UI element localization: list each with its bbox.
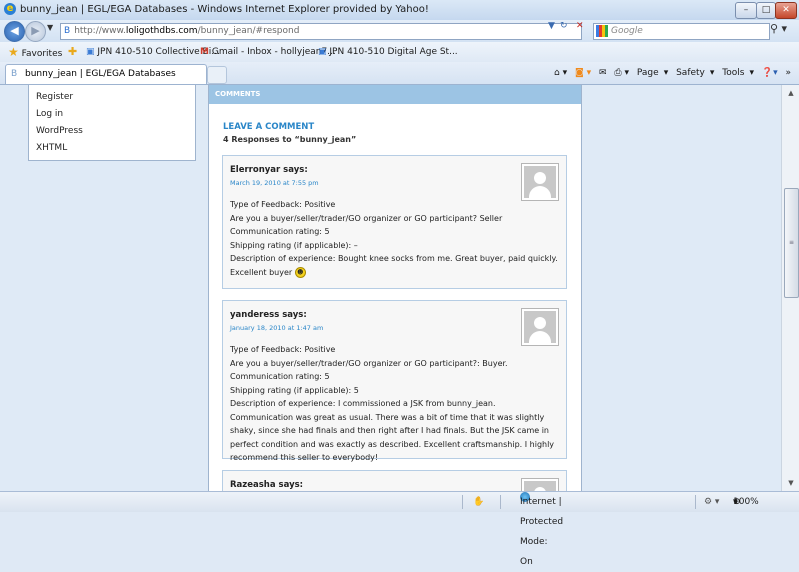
gmail-icon: M — [200, 47, 209, 57]
security-zone-label: Internet | Protected Mode: On — [520, 497, 564, 567]
favorite-link-3-label: JPN 410-510 Digital Age St... — [329, 47, 458, 57]
favorite-link-3[interactable]: ▣ JPN 410-510 Digital Age St... — [318, 42, 458, 62]
favorites-label: Favorites — [21, 49, 63, 59]
responses-count: 4 Responses to “bunny_jean” — [223, 135, 357, 144]
sidebar-item-register[interactable]: Register — [36, 92, 195, 102]
page-icon: B — [11, 69, 18, 79]
recent-pages-dropdown-icon[interactable]: ▼ — [47, 23, 53, 32]
home-icon[interactable]: ⌂ ▾ — [554, 68, 567, 78]
comment-3: Razeasha says: — [222, 470, 567, 491]
url-host: loligothdbs.com — [125, 26, 198, 36]
url-path: /bunny_jean/#respond — [197, 26, 300, 36]
comment-date-link[interactable]: March 19, 2010 at 7:55 pm — [230, 179, 319, 187]
tools-menu[interactable]: Tools — [722, 68, 744, 78]
comment-line: Communication rating: 5 — [230, 227, 330, 236]
comment-2: yanderess says: January 18, 2010 at 1:47… — [222, 300, 567, 462]
comment-line: Communication rating: 5 — [230, 372, 330, 381]
command-bar: ⌂ ▾ ◙ ▾ ✉ ⎙ ▾ Page ▾ Safety ▾ Tools ▾ ❓▾ » — [549, 62, 791, 84]
url-input[interactable]: Bhttp://www.loligothdbs.com/bunny_jean/#… — [60, 23, 582, 40]
search-icon[interactable]: ⚲ ▾ — [770, 22, 787, 35]
page-viewport: Register Log in WordPress XHTML COMMENTS… — [0, 85, 781, 491]
tab-label: bunny_jean | EGL/EGA Databases — [25, 69, 176, 79]
refresh-icon[interactable]: ↻ — [560, 21, 568, 31]
protected-mode-icon[interactable]: ⚙ ▾ — [704, 492, 719, 512]
comment-line: Description of experience: I commissione… — [230, 399, 555, 462]
page-icon: ▣ — [86, 47, 95, 57]
window-title: bunny_jean | EGL/EGA Databases - Windows… — [20, 4, 429, 15]
comment-author: Elerronyar says: — [230, 165, 308, 175]
vertical-scrollbar[interactable]: ▲ ≡ ▼ — [781, 85, 799, 491]
address-bar: ◀ ▶ ▼ Bhttp://www.loligothdbs.com/bunny_… — [0, 20, 799, 42]
meta-sidebar: Register Log in WordPress XHTML — [28, 85, 196, 161]
comment-line: Description of experience: Bought knee s… — [230, 254, 558, 277]
safety-menu-arrow: ▾ — [709, 68, 715, 78]
search-placeholder: Google — [611, 26, 643, 36]
status-bar: ✋ Internet | Protected Mode: On ⚙ ▾ ⊕ 100… — [0, 491, 799, 567]
url-dropdown-icon[interactable]: ▼ — [548, 21, 555, 31]
comment-date-link[interactable]: January 18, 2010 at 1:47 am — [230, 324, 323, 332]
comment-line: Shipping rating (if applicable): 5 — [230, 385, 359, 395]
comment-1: Elerronyar says: March 19, 2010 at 7:55 … — [222, 155, 567, 289]
leave-comment-link[interactable]: LEAVE A COMMENT — [223, 122, 581, 132]
safety-menu[interactable]: Safety — [676, 68, 705, 78]
tab-row: Bbunny_jean | EGL/EGA Databases ⌂ ▾ ◙ ▾ … — [0, 62, 799, 85]
avatar — [521, 308, 559, 346]
zoom-value: 100% — [733, 497, 759, 507]
star-icon: ★ — [8, 45, 19, 59]
url-prefix: http://www. — [74, 26, 126, 36]
search-input[interactable]: Google — [593, 23, 770, 40]
smiley-icon: ☻ — [294, 266, 306, 278]
feeds-icon[interactable]: ◙ ▾ — [575, 68, 591, 78]
page-icon: B — [64, 26, 71, 36]
comment-line: Type of Feedback: Positive — [230, 345, 336, 354]
ie-logo-icon: e — [4, 3, 16, 15]
comments-panel: COMMENTS LEAVE A COMMENT 4 Responses to … — [208, 85, 582, 491]
sidebar-item-wordpress[interactable]: WordPress — [36, 126, 195, 136]
comment-line: Shipping rating (if applicable): – — [230, 240, 358, 250]
page-menu-arrow: ▾ — [663, 68, 669, 78]
close-button[interactable]: ✕ — [775, 2, 797, 19]
more-chevron-icon[interactable]: » — [785, 68, 791, 78]
print-icon[interactable]: ⎙ ▾ — [614, 68, 629, 78]
comment-body: Type of Feedback: Positive Are you a buy… — [230, 343, 560, 465]
comment-author: Razeasha says: — [230, 480, 304, 490]
comment-line: Are you a buyer/seller/trader/GO organiz… — [230, 358, 508, 368]
window-title-bar: e bunny_jean | EGL/EGA Databases - Windo… — [0, 0, 799, 21]
new-tab-button[interactable] — [207, 66, 227, 84]
maximize-button[interactable]: □ — [756, 2, 776, 19]
tab-active[interactable]: Bbunny_jean | EGL/EGA Databases — [5, 64, 207, 84]
add-favorites-icon[interactable]: ✚ — [68, 42, 77, 62]
sidebar-item-xhtml[interactable]: XHTML — [36, 143, 195, 153]
minimize-button[interactable]: – — [735, 2, 757, 19]
comment-body: Type of Feedback: Positive Are you a buy… — [230, 198, 560, 279]
favorites-bar: ★ Favorites ✚ ▣ JPN 410-510 Collective B… — [0, 42, 799, 62]
zoom-level[interactable]: ⊕ 100% ▾ — [733, 492, 759, 512]
back-button[interactable]: ◀ — [4, 21, 25, 42]
help-icon[interactable]: ❓▾ — [762, 68, 778, 78]
avatar — [521, 478, 559, 491]
page-icon: ▣ — [318, 47, 327, 57]
stop-icon[interactable]: ✕ — [576, 21, 584, 31]
scroll-down-icon[interactable]: ▼ — [785, 477, 797, 489]
comment-line: Type of Feedback: Positive — [230, 200, 336, 209]
sidebar-item-login[interactable]: Log in — [36, 109, 195, 119]
mail-icon[interactable]: ✉ — [599, 68, 607, 78]
popup-blocker-icon[interactable]: ✋ — [473, 492, 484, 512]
favorites-button[interactable]: ★ Favorites — [8, 42, 62, 64]
forward-button[interactable]: ▶ — [25, 21, 46, 42]
tools-menu-arrow: ▾ — [749, 68, 754, 78]
comments-header: COMMENTS — [209, 85, 581, 104]
avatar — [521, 163, 559, 201]
google-icon — [596, 25, 608, 37]
comment-line: Are you a buyer/seller/trader/GO organiz… — [230, 213, 503, 223]
scroll-up-icon[interactable]: ▲ — [785, 87, 797, 99]
favorite-link-2[interactable]: M Gmail - Inbox - hollyjean7... — [200, 42, 336, 62]
scroll-thumb[interactable]: ≡ — [784, 188, 799, 298]
comment-author: yanderess says: — [230, 310, 307, 320]
page-menu[interactable]: Page — [637, 68, 659, 78]
